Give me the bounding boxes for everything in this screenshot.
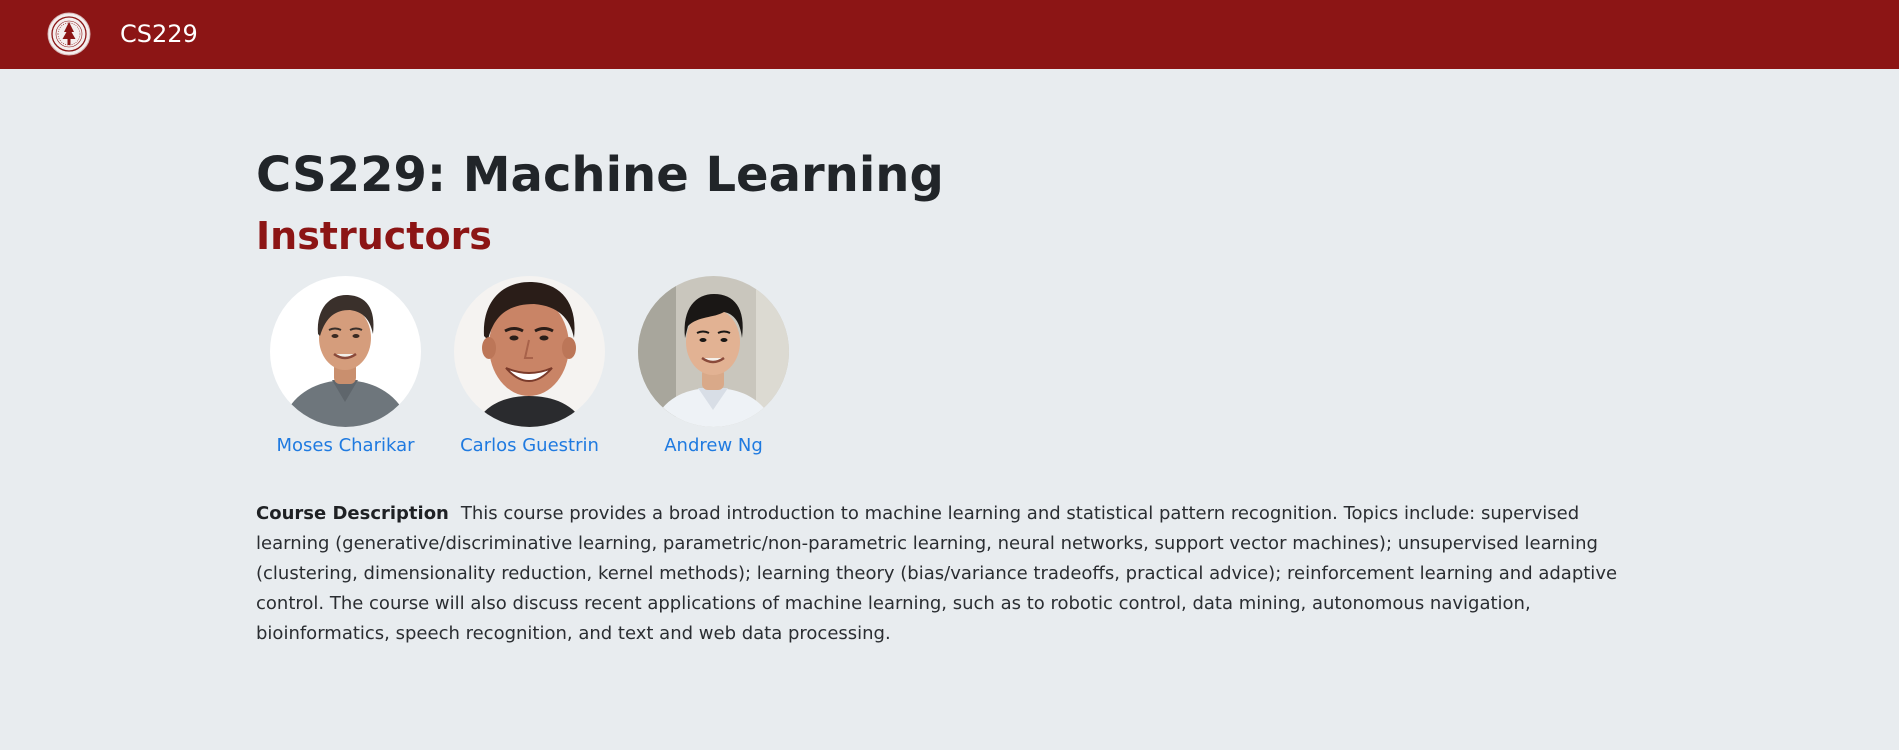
course-description-text: This course provides a broad introductio… bbox=[256, 503, 1618, 644]
top-navbar: CS229 bbox=[0, 0, 1899, 69]
stanford-seal-icon[interactable] bbox=[47, 12, 91, 56]
instructors-list: Moses Charikar Carlos Guestrin Andrew Ng bbox=[270, 276, 789, 458]
instructor-photo-carlos-guestrin[interactable] bbox=[454, 276, 605, 427]
instructor-name-link[interactable]: Andrew Ng bbox=[664, 434, 763, 458]
instructor-card: Andrew Ng bbox=[638, 276, 789, 458]
course-description-label: Course Description bbox=[256, 503, 449, 524]
course-description: Course Description This course provides a… bbox=[256, 499, 1646, 649]
page-title: CS229: Machine Learning bbox=[256, 147, 944, 203]
instructor-photo-moses-charikar[interactable] bbox=[270, 276, 421, 427]
instructor-card: Carlos Guestrin bbox=[454, 276, 605, 458]
instructor-name-link[interactable]: Moses Charikar bbox=[276, 434, 414, 458]
instructor-card: Moses Charikar bbox=[270, 276, 421, 458]
instructors-heading: Instructors bbox=[256, 214, 492, 258]
instructor-name-link[interactable]: Carlos Guestrin bbox=[460, 434, 599, 458]
instructor-photo-andrew-ng[interactable] bbox=[638, 276, 789, 427]
brand-link[interactable]: CS229 bbox=[120, 18, 198, 50]
